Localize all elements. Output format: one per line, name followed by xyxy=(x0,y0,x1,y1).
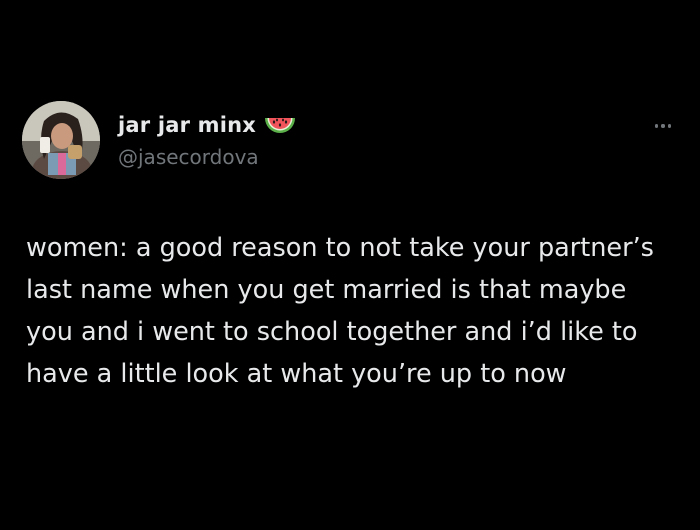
more-options-icon[interactable] xyxy=(648,117,678,135)
author-name-row: jar jar minx xyxy=(118,110,296,140)
user-handle[interactable]: @jasecordova xyxy=(118,145,259,169)
tweet-card: jar jar minx @jasecordova women: a good … xyxy=(0,0,700,530)
watermelon-icon xyxy=(264,113,296,137)
display-name[interactable]: jar jar minx xyxy=(118,113,256,137)
more-dot xyxy=(667,124,672,128)
more-dot xyxy=(654,124,659,128)
avatar[interactable] xyxy=(22,101,100,179)
more-dot xyxy=(661,124,665,128)
tweet-text: women: a good reason to not take your pa… xyxy=(26,233,654,389)
avatar-photo xyxy=(22,101,100,179)
